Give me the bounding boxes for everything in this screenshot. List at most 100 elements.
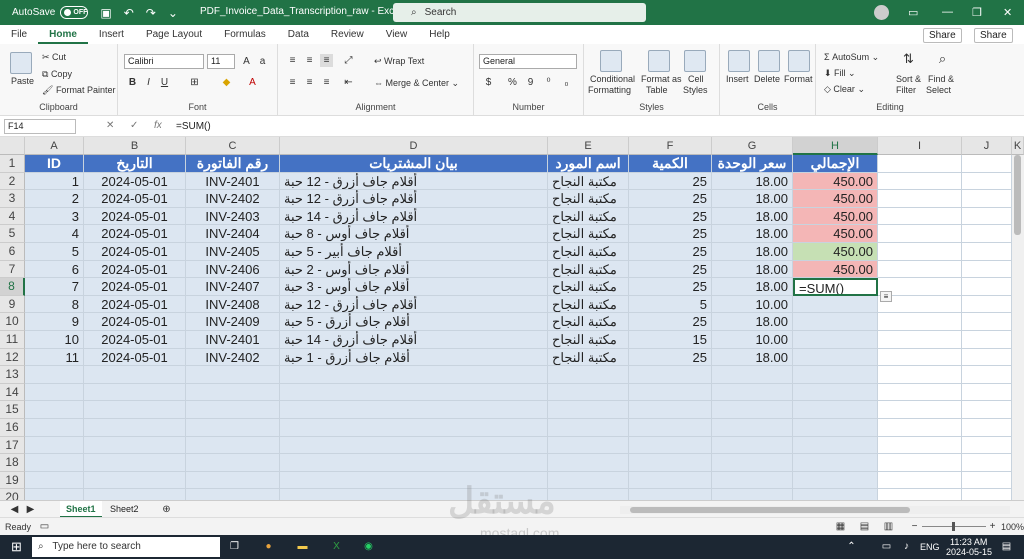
table-cell[interactable]: مكتبة النجاح [548, 243, 629, 261]
tab-review[interactable]: Review [320, 25, 375, 44]
italic-icon[interactable]: I [142, 76, 155, 89]
table-cell[interactable]: 10 [25, 331, 84, 349]
enter-icon[interactable]: ✓ [130, 120, 138, 131]
grid-cell[interactable] [25, 454, 84, 472]
grid-cell[interactable] [84, 401, 186, 419]
table-cell[interactable]: 2024-05-01 [84, 243, 186, 261]
percent-icon[interactable]: % [506, 76, 519, 89]
grid-cell[interactable] [84, 419, 186, 437]
zoom-level[interactable]: 100% [1001, 522, 1024, 532]
table-cell[interactable]: أقلام جاف أزرق - 14 حبة [280, 331, 548, 349]
grid-cell[interactable] [793, 454, 878, 472]
grid-cell[interactable] [280, 436, 548, 455]
grid-cell[interactable] [962, 348, 1012, 367]
quick-analysis-icon[interactable]: ≡ [880, 291, 892, 303]
select-all-corner[interactable] [0, 137, 25, 155]
table-cell[interactable]: 25 [629, 172, 712, 191]
table-cell[interactable]: 9 [25, 313, 84, 331]
grid-cell[interactable] [548, 366, 629, 384]
grid-cell[interactable] [962, 419, 1012, 437]
grid-cell[interactable] [629, 436, 712, 455]
table-cell[interactable]: 5 [25, 243, 84, 261]
table-cell[interactable]: INV-2405 [186, 243, 280, 261]
grid-cell[interactable] [84, 383, 186, 402]
grid-cell[interactable] [878, 207, 962, 226]
zoom-slider-thumb[interactable] [952, 522, 955, 531]
grid-cell[interactable] [962, 331, 1012, 349]
tab-page-layout[interactable]: Page Layout [135, 25, 213, 44]
table-cell[interactable]: INV-2402 [186, 348, 280, 367]
undo-icon[interactable]: ↶ [124, 6, 134, 20]
grid-cell[interactable] [878, 471, 962, 490]
grid-cell[interactable] [793, 419, 878, 437]
table-cell[interactable]: 25 [629, 243, 712, 261]
table-cell[interactable]: INV-2402 [186, 190, 280, 208]
grid-cell[interactable] [280, 366, 548, 384]
table-cell[interactable]: أقلام جاف أزرق - 5 حبة [280, 313, 548, 331]
table-header-cell[interactable]: ID [25, 155, 84, 173]
column-header-k[interactable]: K [1012, 137, 1024, 155]
merge-center-button[interactable]: ⇔ Merge & Center ⌄ [374, 78, 459, 89]
table-cell[interactable]: 2024-05-01 [84, 278, 186, 296]
table-cell[interactable]: 11 [25, 348, 84, 367]
align-middle-icon[interactable]: ≡ [303, 54, 316, 67]
table-cell[interactable]: 25 [629, 313, 712, 331]
customize-toolbar-icon[interactable]: ⌄ [168, 6, 178, 20]
grid-cell[interactable] [280, 419, 548, 437]
tab-help[interactable]: Help [418, 25, 461, 44]
grid-cell[interactable] [712, 401, 793, 419]
table-cell[interactable] [793, 295, 878, 314]
grid-cell[interactable] [548, 436, 629, 455]
autosave-toggle[interactable]: OFF [60, 6, 89, 19]
table-cell[interactable]: 25 [629, 225, 712, 243]
sort-filter-icon[interactable]: ⇅ [902, 52, 915, 65]
table-cell[interactable]: INV-2408 [186, 295, 280, 314]
chrome-icon[interactable]: ● [262, 540, 275, 553]
table-cell[interactable]: 4 [25, 225, 84, 243]
copy-button[interactable]: ⧉ Copy [42, 69, 72, 80]
row-header-10[interactable]: 10 [0, 313, 25, 331]
table-cell[interactable] [793, 331, 878, 349]
grid-cell[interactable] [793, 436, 878, 455]
table-cell[interactable]: مكتبة النجاح [548, 225, 629, 243]
tab-data[interactable]: Data [277, 25, 320, 44]
clock-time[interactable]: 11:23 AM [950, 537, 987, 547]
column-header-h[interactable]: H [793, 137, 878, 155]
tab-home[interactable]: Home [38, 25, 88, 44]
grid-cell[interactable] [548, 401, 629, 419]
table-cell[interactable] [793, 313, 878, 331]
grid-cell[interactable] [629, 366, 712, 384]
table-cell[interactable]: 2024-05-01 [84, 172, 186, 191]
table-header-cell[interactable]: سعر الوحدة [712, 155, 793, 173]
delete-cells-icon[interactable] [758, 50, 780, 72]
insert-cells-button[interactable]: Insert [726, 74, 749, 84]
table-cell[interactable]: 450.00 [793, 243, 878, 261]
align-center-icon[interactable]: ≡ [303, 76, 316, 89]
table-cell[interactable]: مكتبة النجاح [548, 260, 629, 279]
row-header-19[interactable]: 19 [0, 471, 25, 490]
grid-cell[interactable] [712, 366, 793, 384]
align-left-icon[interactable]: ≡ [286, 76, 299, 89]
column-header-d[interactable]: D [280, 137, 548, 155]
ribbon-display-icon[interactable]: ▭ [908, 6, 918, 19]
table-cell[interactable]: 450.00 [793, 207, 878, 226]
grid-cell[interactable] [280, 401, 548, 419]
page-layout-view-icon[interactable]: ▤ [858, 520, 871, 533]
grid-cell[interactable] [629, 401, 712, 419]
cut-button[interactable]: ✂ Cut [42, 52, 66, 63]
grid-cell[interactable] [962, 155, 1012, 173]
grid-cell[interactable] [712, 454, 793, 472]
delete-cells-button[interactable]: Delete [754, 74, 780, 84]
wrap-text-button[interactable]: ↩ Wrap Text [374, 56, 424, 67]
table-cell[interactable]: 25 [629, 348, 712, 367]
grid-cell[interactable] [629, 454, 712, 472]
table-cell[interactable]: مكتبة النجاح [548, 207, 629, 226]
font-color-icon[interactable]: A [246, 76, 259, 89]
table-cell[interactable]: مكتبة النجاح [548, 331, 629, 349]
comma-icon[interactable]: 9 [524, 76, 537, 89]
formula-input[interactable]: =SUM() [176, 119, 1016, 134]
grid-cell[interactable] [25, 366, 84, 384]
format-as-table-icon[interactable] [648, 50, 670, 72]
grid-cell[interactable] [793, 401, 878, 419]
table-cell[interactable]: أقلام جاف أزرق - 12 حبة [280, 295, 548, 314]
